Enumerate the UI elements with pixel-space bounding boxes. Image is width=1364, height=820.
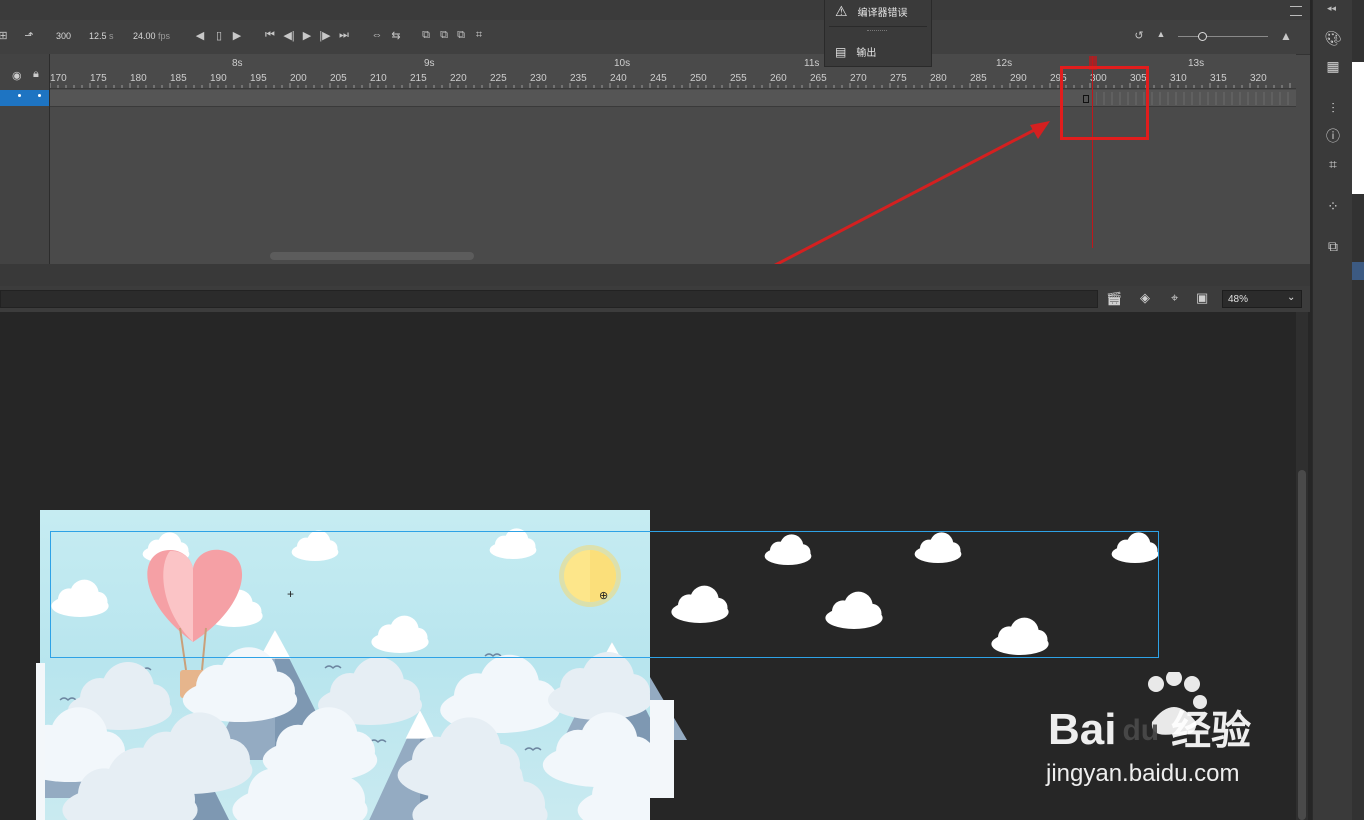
center-frame-icon[interactable]: ⇆: [389, 29, 403, 42]
elapsed-unit: s: [109, 31, 114, 41]
next-keyframe-icon[interactable]: ▶: [230, 29, 244, 42]
drag-grip: [867, 30, 887, 33]
output-icon: ▤: [835, 44, 847, 59]
elapsed-time[interactable]: 12.5 s: [89, 31, 114, 41]
play-icon[interactable]: ▶: [300, 29, 314, 42]
ruler-second-label: 8s: [232, 58, 243, 69]
layer-panel: ◉ 🔒︎: [0, 54, 50, 264]
elapsed-value: 12.5: [89, 31, 107, 41]
zoom-dropdown[interactable]: 48% ⌄: [1222, 290, 1302, 308]
fps-unit: fps: [158, 31, 171, 41]
logo-jingyan: 经验: [1171, 709, 1252, 753]
timeline-toolbar: ⊞ ⬏ 300 12.5 s 24.00 fps ◀ ▯ ▶ ⏮ ◀| ▶ |▶…: [0, 20, 1310, 55]
zoom-out-icon[interactable]: ▲: [1154, 29, 1168, 39]
layer-hierarchy-icon[interactable]: ⊞: [0, 29, 10, 42]
timeline-zoom-slider[interactable]: [1178, 32, 1268, 41]
ruler-second-label: 13s: [1188, 58, 1205, 69]
color-palette-icon[interactable]: 🎨︎: [1323, 28, 1343, 48]
cloud: [548, 652, 650, 720]
graph-icon[interactable]: ⬏: [22, 29, 36, 42]
align-icon[interactable]: ⫶: [1323, 98, 1343, 118]
frame-count[interactable]: 300: [56, 31, 71, 41]
zoom-value: 48%: [1228, 294, 1249, 305]
right-icon-panel: ◂◂ 🎨︎ ▦ ⫶ ⓘ ⌗ ⁘ ⧉: [1312, 0, 1353, 820]
panel-menu-icon[interactable]: [1290, 6, 1302, 16]
frame-rate[interactable]: 24.00 fps: [133, 31, 170, 41]
properties-preview: [1352, 62, 1364, 194]
onion-skin-icon[interactable]: ⧉: [419, 29, 433, 42]
layer-row-selected[interactable]: [0, 90, 49, 106]
ruler-second-label: 10s: [614, 58, 631, 69]
motion-presets-icon[interactable]: ⁘: [1323, 196, 1343, 216]
step-back-icon[interactable]: ◀|: [282, 29, 296, 42]
offstage-mountain-left: [36, 663, 45, 820]
scene-breadcrumb-bar[interactable]: [0, 290, 1098, 308]
collapse-panel-icon[interactable]: ◂◂: [1327, 3, 1336, 14]
menu-divider: [829, 26, 927, 27]
warning-icon: ⚠: [835, 3, 848, 19]
watermark-url: jingyan.baidu.com: [1046, 760, 1240, 787]
info-icon[interactable]: ⓘ: [1323, 126, 1343, 146]
ruler-second-label: 9s: [424, 58, 435, 69]
selection-marker: [1352, 262, 1364, 280]
components-icon[interactable]: ⧉: [1323, 236, 1343, 256]
lock-all-layers-icon[interactable]: 🔒︎: [33, 68, 39, 81]
bird: [59, 697, 77, 701]
logo-bai: Bai: [1048, 705, 1117, 754]
watermark-logo: Bai du 经验: [1048, 698, 1251, 756]
properties-edge-strip: [1352, 0, 1364, 820]
menu-item-compiler-errors[interactable]: ⚠ 编译器错误: [835, 3, 908, 20]
layer-visibility-dot[interactable]: [18, 94, 21, 97]
center-stage-icon[interactable]: ⌖: [1171, 290, 1178, 306]
timeline-header-strip: [0, 0, 1310, 20]
edit-multiple-frames-icon[interactable]: ⧉: [454, 29, 468, 42]
loop-icon[interactable]: ⇔: [370, 29, 384, 41]
step-forward-icon[interactable]: |▶: [318, 29, 332, 42]
timeline-horizontal-scrollbar[interactable]: [270, 252, 474, 260]
compiler-errors-label: 编译器错误: [857, 8, 908, 19]
menu-item-output[interactable]: ▤ 输出: [835, 44, 877, 60]
chevron-down-icon: ⌄: [1287, 292, 1296, 303]
bird: [324, 665, 342, 669]
modify-markers-icon[interactable]: ⌗: [472, 29, 486, 42]
go-to-first-frame-icon[interactable]: ⏮: [263, 29, 277, 42]
insert-keyframe-icon[interactable]: ▯: [212, 29, 226, 42]
zoom-in-icon[interactable]: ▲: [1279, 29, 1293, 43]
transform-point-crosshair[interactable]: +: [287, 587, 294, 601]
layer-lock-dot[interactable]: [38, 94, 41, 97]
go-to-last-frame-icon[interactable]: ⏭: [337, 29, 351, 42]
reset-zoom-icon[interactable]: ↺: [1132, 29, 1146, 42]
bird: [524, 747, 542, 751]
annotation-highlight-box: [1060, 66, 1149, 140]
panel-separator: [0, 264, 1310, 286]
output-label: 输出: [856, 48, 877, 59]
edit-symbols-icon[interactable]: ◈: [1140, 290, 1150, 306]
clapper-board-icon[interactable]: 🎬︎: [1106, 291, 1123, 307]
clip-content-icon[interactable]: ▣: [1196, 290, 1208, 306]
show-all-layers-icon[interactable]: ◉: [12, 69, 22, 82]
fps-value: 24.00: [133, 31, 156, 41]
prev-keyframe-icon[interactable]: ◀: [193, 29, 207, 42]
logo-du: du: [1122, 714, 1160, 747]
library-icon[interactable]: ▦: [1323, 56, 1343, 76]
registration-point-icon[interactable]: ⊕: [599, 589, 608, 602]
transform-icon[interactable]: ⌗: [1323, 154, 1343, 174]
baidu-jingyan-watermark: Bai du 经验 jingyan.baidu.com: [1040, 672, 1300, 792]
output-popup-menu: ⚠ 编译器错误 ▤ 输出: [824, 0, 932, 67]
ruler-second-label: 11s: [804, 58, 820, 69]
slider-handle[interactable]: [1198, 32, 1207, 41]
ruler-second-label: 12s: [996, 58, 1013, 69]
onion-outline-icon[interactable]: ⧉: [437, 29, 451, 42]
